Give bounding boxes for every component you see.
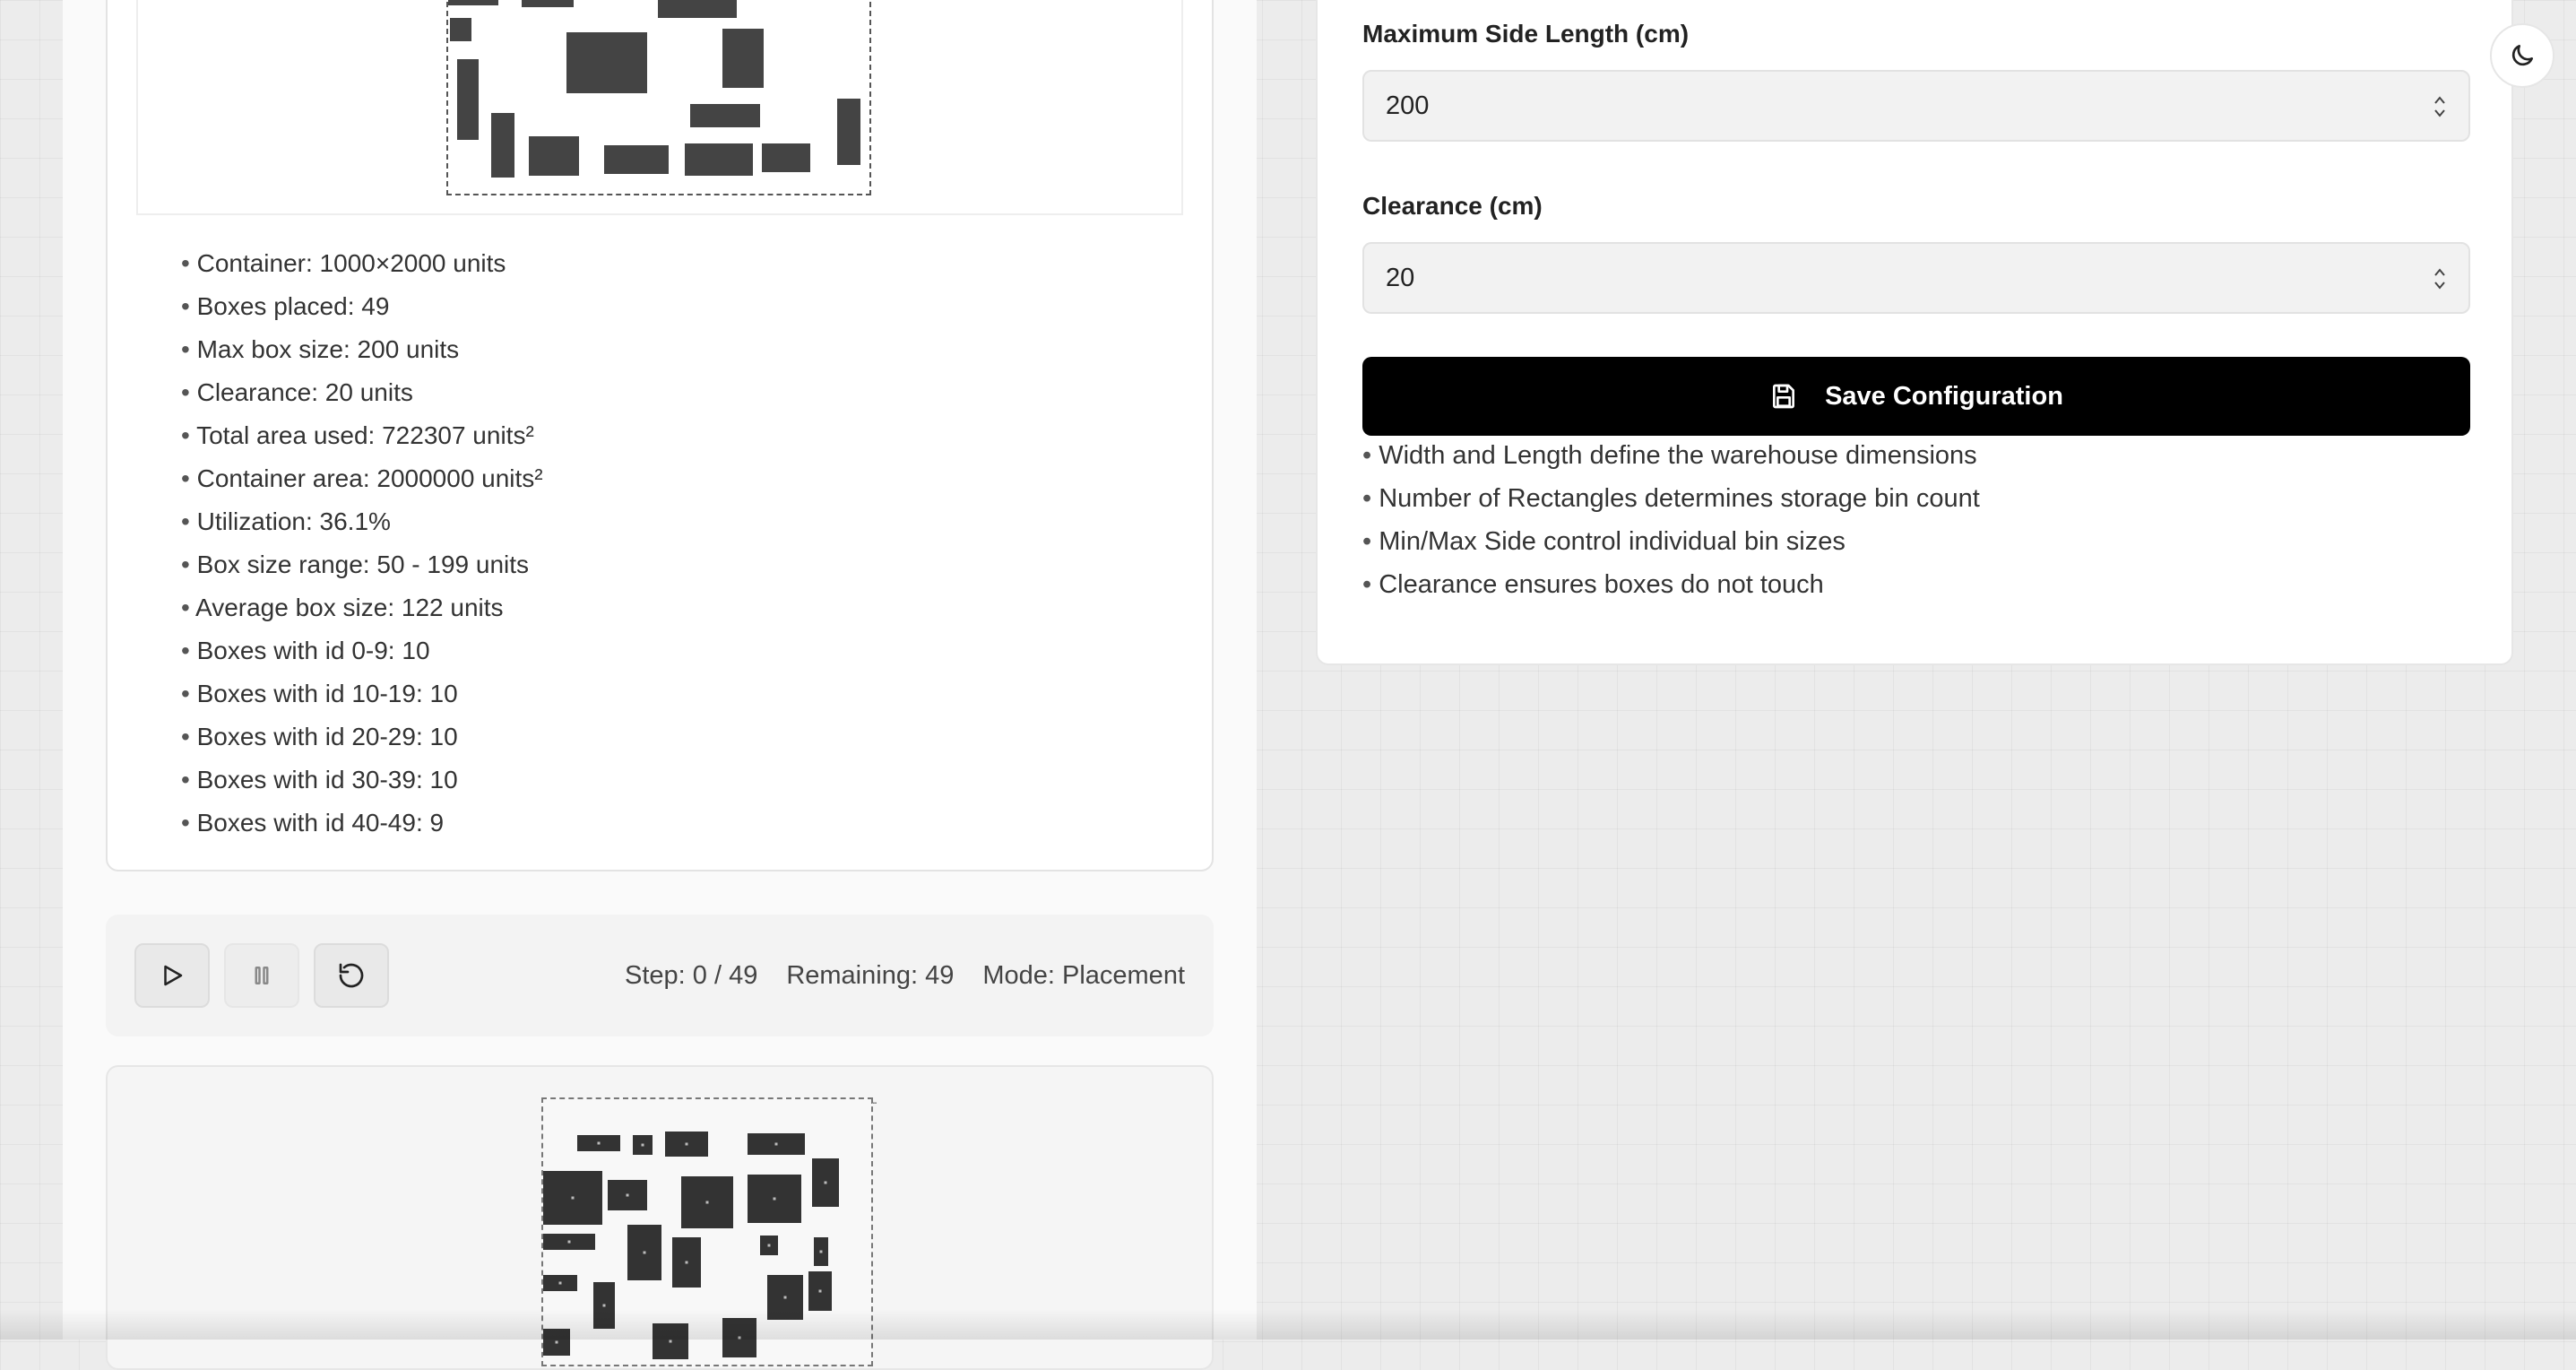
pause-icon [255, 967, 269, 984]
sim-box [627, 1225, 661, 1280]
stat-container-area: Container area: 2000000 units² [181, 457, 543, 500]
sim-box [748, 1175, 801, 1223]
placed-box [450, 18, 471, 41]
moon-icon [2511, 45, 2533, 66]
max-side-input[interactable]: 200 [1362, 70, 2470, 142]
help-item: Width and Length define the warehouse di… [1362, 434, 1980, 477]
sim-box [577, 1135, 620, 1151]
stat-clearance: Clearance: 20 units [181, 371, 543, 414]
results-card: Container: 1000×2000 units Boxes placed:… [106, 0, 1214, 871]
clearance-label: Clearance (cm) [1362, 192, 1543, 220]
stat-total-area: Total area used: 722307 units² [181, 414, 543, 457]
left-column: Container: 1000×2000 units Boxes placed:… [63, 0, 1257, 1370]
theme-toggle-button[interactable] [2490, 23, 2554, 88]
container-corner-label: ▪▪▪ [870, 1101, 877, 1106]
placed-box [690, 104, 760, 127]
placed-box [837, 99, 860, 165]
sim-box [633, 1135, 653, 1155]
bottom-shadow [0, 1309, 2576, 1340]
play-icon [164, 965, 183, 986]
stepper-arrows-icon[interactable] [2433, 265, 2447, 292]
playback-controls: Step: 0 / 49 Remaining: 49 Mode: Placeme… [106, 915, 1214, 1036]
stats-list: Container: 1000×2000 units Boxes placed:… [181, 242, 543, 845]
save-icon [1773, 384, 1795, 409]
placed-box [566, 32, 647, 93]
save-button-label: Save Configuration [1825, 381, 2063, 411]
placed-box [722, 29, 764, 88]
clearance-value: 20 [1386, 263, 1415, 292]
step-counter: Step: 0 / 49 [625, 960, 758, 990]
pause-button[interactable] [224, 943, 299, 1008]
reset-icon [339, 963, 364, 988]
save-configuration-button[interactable]: Save Configuration [1362, 357, 2470, 436]
help-item: Min/Max Side control individual bin size… [1362, 520, 1980, 563]
sim-box [808, 1271, 832, 1311]
mode-indicator: Mode: Placement [982, 960, 1185, 990]
remaining-counter: Remaining: 49 [786, 960, 955, 990]
help-list: Width and Length define the warehouse di… [1362, 434, 1980, 606]
sim-box [672, 1237, 701, 1288]
sim-box [812, 1158, 839, 1207]
sim-box [543, 1234, 595, 1250]
help-item: Number of Rectangles determines storage … [1362, 477, 1980, 520]
sim-box [760, 1236, 778, 1255]
help-item: Clearance ensures boxes do not touch [1362, 563, 1980, 606]
max-side-label: Maximum Side Length (cm) [1362, 20, 1690, 48]
sim-box [608, 1180, 647, 1210]
stat-ids-0-9: Boxes with id 0-9: 10 [181, 629, 543, 672]
placed-box [529, 136, 579, 176]
stat-container: Container: 1000×2000 units [181, 242, 543, 285]
placed-box [448, 0, 498, 5]
stat-ids-40-49: Boxes with id 40-49: 9 [181, 802, 543, 845]
stat-average-size: Average box size: 122 units [181, 586, 543, 629]
placed-box [604, 145, 669, 174]
packing-visualization [136, 0, 1183, 215]
placed-box [685, 143, 753, 176]
sim-box [681, 1176, 733, 1228]
placed-box [491, 113, 514, 178]
sim-box [543, 1171, 602, 1225]
max-side-value: 200 [1386, 91, 1430, 120]
stat-size-range: Box size range: 50 - 199 units [181, 543, 543, 586]
placed-box [522, 0, 574, 7]
placed-box [762, 143, 810, 172]
sim-box [814, 1237, 828, 1266]
stat-max-box-size: Max box size: 200 units [181, 328, 543, 371]
stat-ids-30-39: Boxes with id 30-39: 10 [181, 759, 543, 802]
configuration-card: Maximum Side Length (cm) 200 Clearance (… [1316, 0, 2513, 665]
placed-box [658, 0, 737, 18]
stat-ids-10-19: Boxes with id 10-19: 10 [181, 672, 543, 715]
play-button[interactable] [134, 943, 210, 1008]
sim-box [748, 1133, 805, 1155]
playback-status: Step: 0 / 49 Remaining: 49 Mode: Placeme… [625, 915, 1185, 1036]
placed-box [457, 59, 479, 140]
clearance-input[interactable]: 20 [1362, 242, 2470, 314]
stepper-arrows-icon[interactable] [2433, 93, 2447, 120]
sim-box [665, 1132, 708, 1157]
reset-button[interactable] [314, 943, 389, 1008]
stat-ids-20-29: Boxes with id 20-29: 10 [181, 715, 543, 759]
container-outline [446, 0, 871, 195]
stat-boxes-placed: Boxes placed: 49 [181, 285, 543, 328]
stat-utilization: Utilization: 36.1% [181, 500, 543, 543]
sim-box [543, 1275, 577, 1291]
